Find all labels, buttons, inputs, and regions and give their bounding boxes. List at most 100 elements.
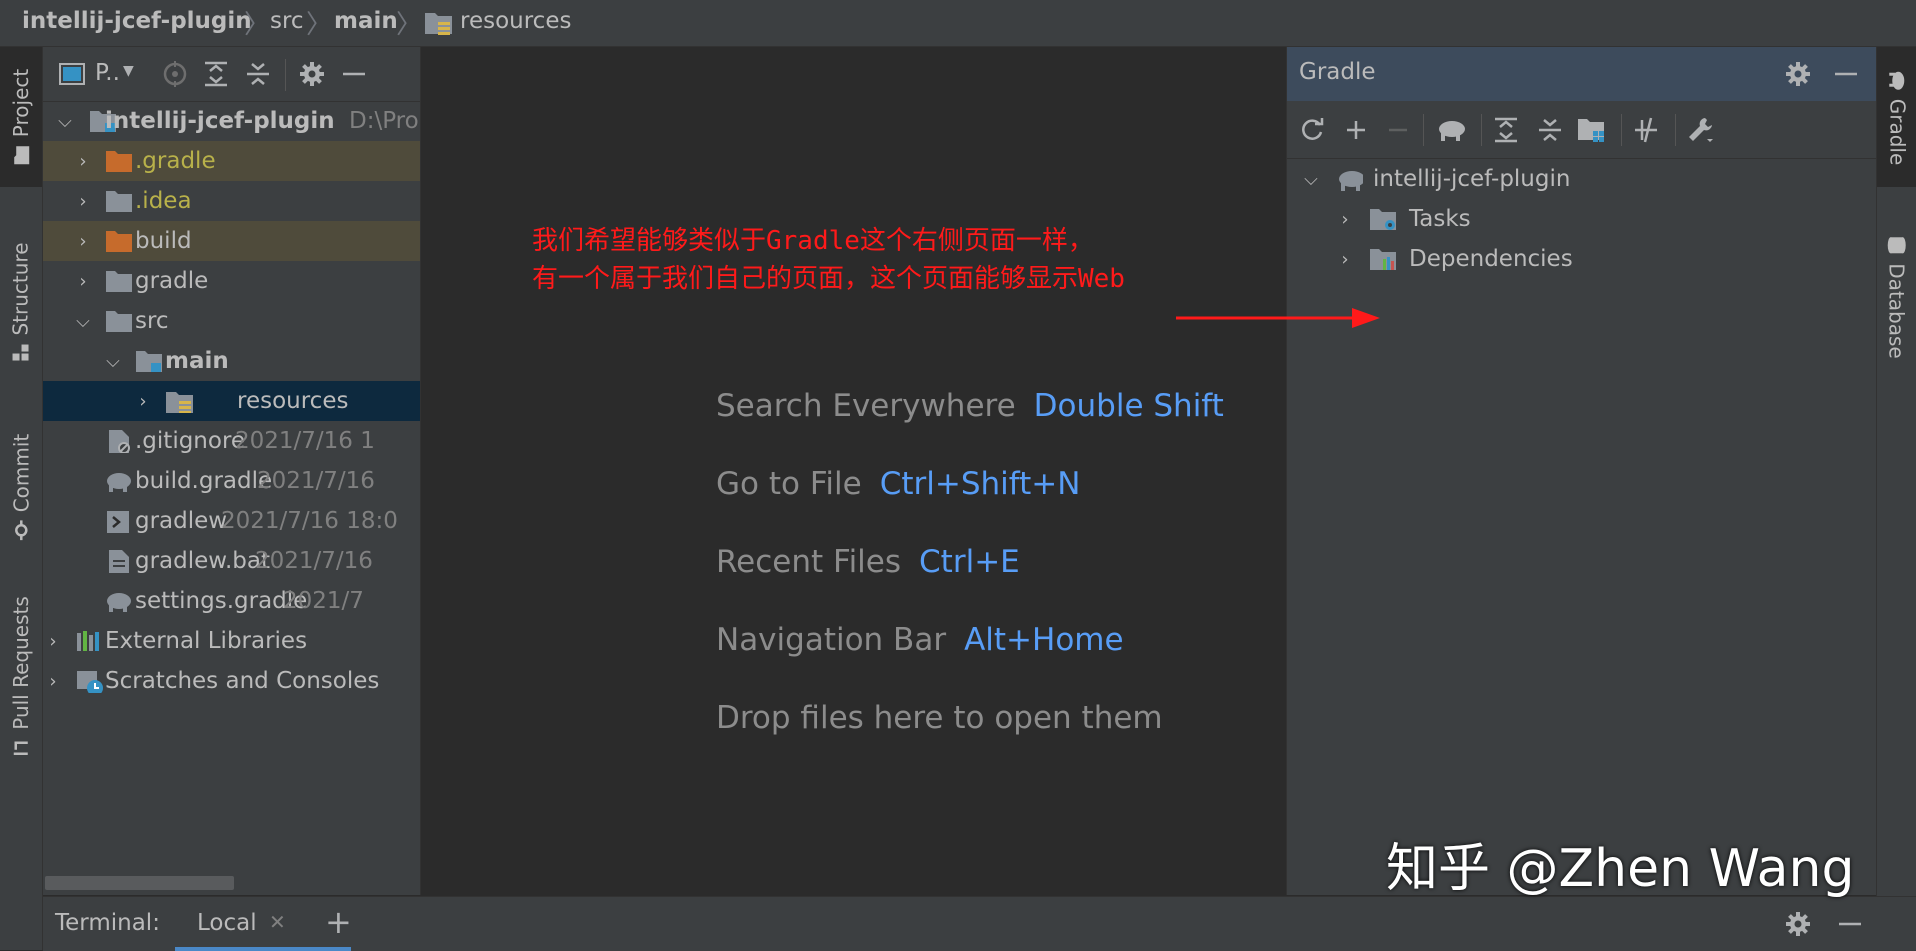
gradle-elephant-icon <box>1889 71 1905 90</box>
tree-item-resources[interactable]: › resources <box>43 381 420 421</box>
watermark: 知乎 @Zhen Wang <box>1386 839 1855 899</box>
gradle-toolbar <box>1287 102 1877 159</box>
tree-item-project-root[interactable]: ⌵ intellij-jcef-plugin D:\Pro <box>43 101 420 141</box>
tool-tab-gradle[interactable]: Gradle <box>1877 47 1916 187</box>
tool-tab-gradle-label: Gradle <box>1885 98 1910 166</box>
tree-item-gradle-dir[interactable]: › .gradle <box>43 141 420 181</box>
toggle-offline-icon[interactable] <box>1631 115 1661 145</box>
minimize-icon[interactable] <box>1835 909 1865 939</box>
gear-icon[interactable] <box>1783 59 1813 89</box>
breadcrumb-item-resources[interactable]: resources <box>460 8 571 34</box>
tree-item-gradlew[interactable]: gradlew 2021/7/16 18:0 <box>43 501 420 541</box>
tool-tab-database-label: Database <box>1885 263 1909 359</box>
gradle-elephant-icon[interactable] <box>1435 115 1465 145</box>
hint-shortcut: Double Shift <box>1033 388 1224 424</box>
toolbar-separator <box>1423 114 1424 146</box>
locate-icon[interactable] <box>160 59 190 89</box>
tree-item-idea-dir[interactable]: › .idea <box>43 181 420 221</box>
chevron-right-icon[interactable]: › <box>1335 209 1355 230</box>
minimize-icon[interactable] <box>1831 59 1861 89</box>
chevron-right-icon[interactable]: › <box>43 671 63 692</box>
hint-action: Navigation Bar <box>716 622 947 658</box>
chevron-right-icon[interactable]: › <box>73 271 93 292</box>
breadcrumb-item-src[interactable]: src <box>270 8 304 34</box>
shell-script-icon <box>107 511 129 533</box>
group-modules-icon[interactable] <box>1577 115 1607 145</box>
hint-go-to-file: Go to File Ctrl+Shift+N <box>716 466 1080 502</box>
remove-icon[interactable] <box>1383 115 1413 145</box>
chevron-right-icon[interactable]: › <box>1335 249 1355 270</box>
breadcrumb-item-main[interactable]: main <box>334 8 398 34</box>
structure-icon <box>13 344 30 361</box>
breadcrumb-separator-icon: 〉 <box>244 10 271 40</box>
gear-icon[interactable] <box>1783 909 1813 939</box>
project-view-icon <box>59 63 85 85</box>
gradle-elephant-icon <box>107 473 131 492</box>
tree-item-build-gradle[interactable]: build.gradle 2021/7/16 <box>43 461 420 501</box>
tree-item-gradlew-bat[interactable]: gradlew.bat 2021/7/16 <box>43 541 420 581</box>
gradle-tree-tasks[interactable]: › Tasks <box>1287 199 1877 239</box>
chevron-right-icon[interactable]: › <box>133 391 153 412</box>
chevron-right-icon[interactable]: › <box>73 151 93 172</box>
close-icon[interactable]: ✕ <box>269 910 286 934</box>
chevron-down-icon[interactable]: ▼ <box>123 63 134 79</box>
add-icon[interactable] <box>1341 115 1371 145</box>
tree-item-src[interactable]: ⌵ src <box>43 301 420 341</box>
folder-icon <box>106 191 132 212</box>
gradle-elephant-icon <box>107 593 131 612</box>
add-tab-icon[interactable]: + <box>325 903 352 941</box>
tree-item-gradle-folder[interactable]: › gradle <box>43 261 420 301</box>
chevron-right-icon[interactable]: › <box>43 631 63 652</box>
folder-icon <box>14 146 29 165</box>
hint-drop-files: Drop files here to open them <box>716 700 1163 736</box>
resources-folder-icon <box>166 392 193 413</box>
tool-tab-structure-label: Structure <box>9 242 34 336</box>
gear-icon[interactable] <box>297 59 327 89</box>
terminal-label: Terminal: <box>55 910 160 936</box>
excluded-folder-icon <box>106 231 132 252</box>
database-icon <box>1888 237 1906 254</box>
tool-tab-project[interactable]: Project <box>0 47 42 187</box>
gradle-tree-dependencies[interactable]: › Dependencies <box>1287 239 1877 279</box>
hint-search-everywhere: Search Everywhere Double Shift <box>716 388 1224 424</box>
chevron-right-icon[interactable]: › <box>73 191 93 212</box>
annotation-arrow-icon <box>1176 308 1380 328</box>
tree-item-external-libraries[interactable]: › External Libraries <box>43 621 420 661</box>
library-icon <box>77 631 99 651</box>
expand-all-icon[interactable] <box>1491 115 1521 145</box>
tree-item-build-dir[interactable]: › build <box>43 221 420 261</box>
tool-tab-commit[interactable]: Commit <box>0 417 42 557</box>
collapse-all-icon[interactable] <box>243 59 273 89</box>
right-tool-strip: Gradle Database <box>1876 47 1916 902</box>
chevron-right-icon[interactable]: › <box>73 231 93 252</box>
chevron-down-icon[interactable]: ⌵ <box>1301 169 1321 190</box>
tree-item-scratches[interactable]: › Scratches and Consoles <box>43 661 420 701</box>
tool-tab-database[interactable]: Database <box>1877 197 1916 397</box>
refresh-icon[interactable] <box>1297 115 1327 145</box>
ignore-file-icon <box>109 430 130 453</box>
toolbar-separator <box>1481 114 1482 146</box>
tree-item-main[interactable]: ⌵ main <box>43 341 420 381</box>
collapse-all-icon[interactable] <box>1535 115 1565 145</box>
tool-tab-pull-requests[interactable]: Pull Requests <box>0 577 42 777</box>
tab-terminal-local-label: Local <box>197 910 257 936</box>
tree-item-settings-gradle[interactable]: settings.gradle 2021/7 <box>43 581 420 621</box>
minimize-icon[interactable] <box>339 59 369 89</box>
project-panel: P.. ▼ ⌵ intellij-jcef-plugin D:\Pro › .g… <box>43 47 421 895</box>
tool-tab-structure[interactable]: Structure <box>0 207 42 397</box>
hint-action: Search Everywhere <box>716 388 1016 424</box>
chevron-down-icon[interactable]: ⌵ <box>73 311 93 332</box>
chevron-down-icon[interactable]: ⌵ <box>55 111 75 132</box>
horizontal-scrollbar[interactable] <box>45 876 234 890</box>
toolbar-separator <box>1621 114 1622 146</box>
hint-navigation-bar: Navigation Bar Alt+Home <box>716 622 1124 658</box>
bottom-tool-bar: Terminal: Local ✕ + <box>43 896 1916 951</box>
chevron-down-icon[interactable]: ⌵ <box>103 351 123 372</box>
breadcrumb-item-project[interactable]: intellij-jcef-plugin <box>22 8 252 34</box>
gradle-tree-project[interactable]: ⌵ intellij-jcef-plugin <box>1287 159 1877 199</box>
tree-item-gitignore[interactable]: .gitignore 2021/7/16 1 <box>43 421 420 461</box>
project-view-selector[interactable]: P.. <box>95 60 120 86</box>
hint-action: Go to File <box>716 466 862 502</box>
wrench-icon[interactable] <box>1685 115 1715 145</box>
expand-all-icon[interactable] <box>201 59 231 89</box>
